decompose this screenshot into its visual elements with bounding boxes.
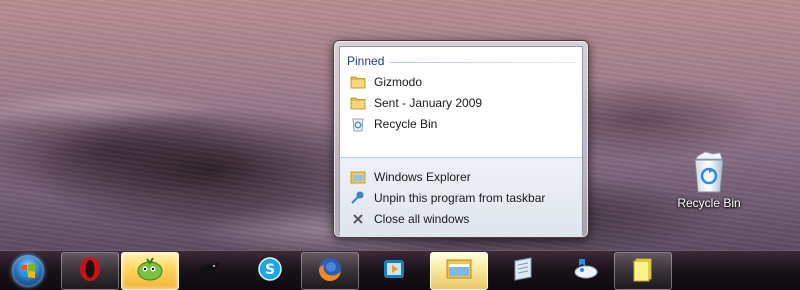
- windows-logo-icon: [12, 255, 44, 287]
- task-label: Windows Explorer: [374, 169, 471, 184]
- recycle-bin-full-icon: [689, 150, 729, 194]
- jump-list-menu: Pinned Gizmodo Sent - January 2009 Recyc…: [333, 40, 589, 238]
- pinned-section: Pinned Gizmodo Sent - January 2009 Recyc…: [340, 47, 582, 157]
- pinned-header: Pinned: [340, 47, 582, 71]
- unpin-icon: [350, 190, 366, 206]
- folder-icon: [350, 74, 366, 90]
- svg-text:S: S: [265, 262, 275, 278]
- sticky-notes-icon: [630, 255, 656, 287]
- folder-icon: [350, 95, 366, 111]
- taskbar-journal-button[interactable]: [494, 252, 552, 290]
- media-player-icon: [380, 255, 408, 287]
- close-x-icon: [350, 211, 366, 227]
- taskbar-media-player-button[interactable]: [365, 252, 423, 290]
- jump-list-body: Pinned Gizmodo Sent - January 2009 Recyc…: [339, 46, 583, 237]
- start-button[interactable]: [4, 253, 52, 289]
- taskbar-sticky-notes-button[interactable]: [614, 252, 672, 290]
- crow-icon: [195, 256, 225, 286]
- pinned-item-gizmodo[interactable]: Gizmodo: [340, 71, 582, 92]
- tasks-section: Windows Explorer Unpin this program from…: [340, 157, 582, 237]
- task-unpin-from-taskbar[interactable]: Unpin this program from taskbar: [340, 187, 582, 208]
- taskbar-chat-button[interactable]: [556, 252, 614, 290]
- explorer-icon: [350, 169, 366, 185]
- header-divider: [390, 61, 576, 63]
- firefox-icon: [316, 255, 344, 287]
- task-label: Close all windows: [374, 211, 470, 226]
- taskbar-opera-button[interactable]: [61, 252, 119, 290]
- taskbar-windows-explorer-button[interactable]: [430, 252, 488, 290]
- pinned-item-label: Sent - January 2009: [374, 95, 483, 110]
- opera-icon: [77, 255, 103, 287]
- taskbar-digsby-button[interactable]: [121, 252, 179, 290]
- taskbar-firefox-button[interactable]: [301, 252, 359, 290]
- task-label: Unpin this program from taskbar: [374, 190, 546, 205]
- pinned-header-label: Pinned: [347, 54, 385, 68]
- task-close-all-windows[interactable]: Close all windows: [340, 208, 582, 229]
- pinned-item-label: Recycle Bin: [374, 116, 438, 131]
- taskbar-skype-button[interactable]: S: [241, 252, 299, 290]
- taskbar-crow-app-button[interactable]: [181, 252, 239, 290]
- journal-icon: [509, 255, 537, 287]
- task-windows-explorer[interactable]: Windows Explorer: [340, 166, 582, 187]
- skype-icon: S: [256, 255, 284, 287]
- digsby-icon: [135, 256, 165, 286]
- chat-icon: [570, 255, 600, 287]
- pinned-item-recycle-bin[interactable]: Recycle Bin: [340, 113, 582, 134]
- desktop-icon-label: Recycle Bin: [677, 196, 741, 210]
- desktop-recycle-bin[interactable]: Recycle Bin: [672, 150, 746, 216]
- explorer-icon: [444, 256, 474, 286]
- pinned-item-label: Gizmodo: [374, 74, 423, 89]
- pinned-item-sent-january-2009[interactable]: Sent - January 2009: [340, 92, 582, 113]
- taskbar: S: [0, 250, 800, 290]
- recycle-bin-icon: [350, 116, 366, 132]
